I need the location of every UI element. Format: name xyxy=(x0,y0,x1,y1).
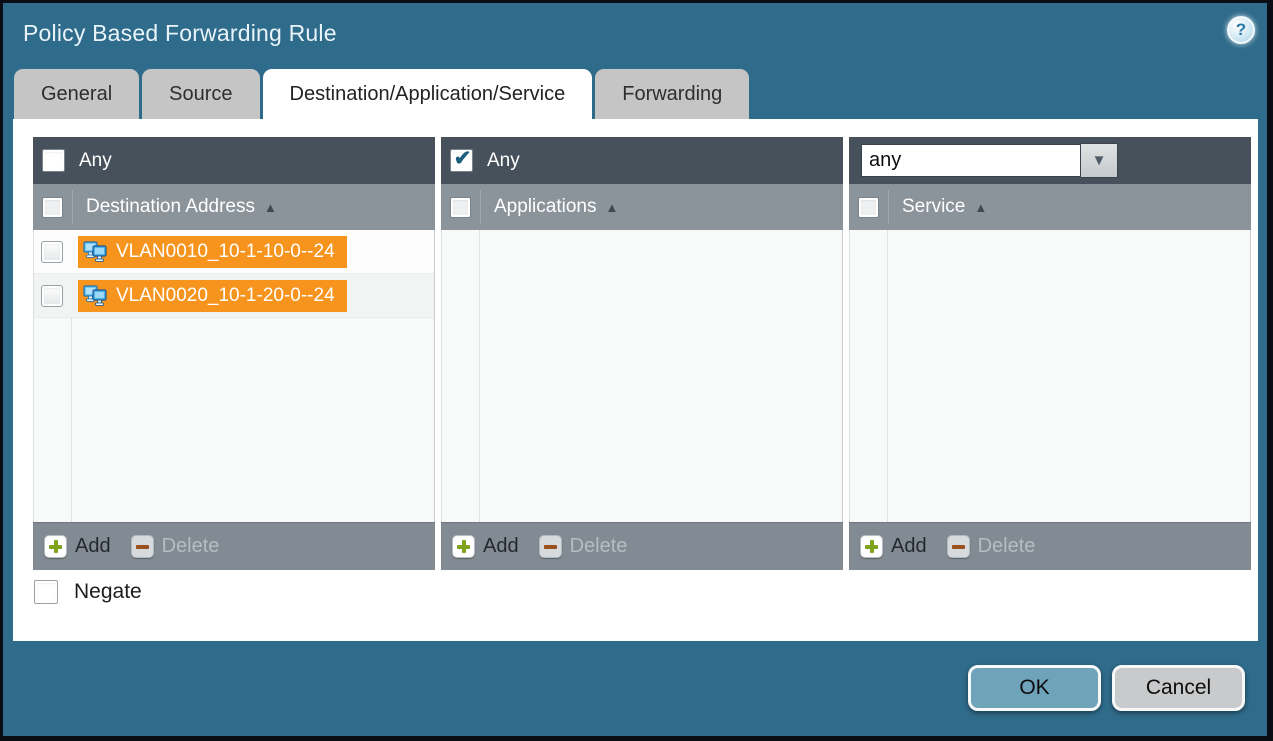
ok-button[interactable]: OK xyxy=(968,665,1101,711)
address-label: VLAN0020_10-1-20-0--24 xyxy=(116,285,335,307)
service-dropdown: any ▼ xyxy=(861,143,1118,178)
list-gutter-line xyxy=(479,230,480,522)
applications-any-bar: Any xyxy=(441,137,843,184)
destination-header[interactable]: Destination Address ▲ xyxy=(33,184,435,230)
destination-column: Any Destination Address ▲ xyxy=(33,137,435,570)
add-label: Add xyxy=(75,535,111,558)
destination-delete-button[interactable]: Delete xyxy=(131,535,220,558)
tab-bar: GeneralSourceDestination/Application/Ser… xyxy=(14,69,749,119)
applications-add-button[interactable]: Add xyxy=(452,535,539,558)
sort-asc-icon[interactable]: ▲ xyxy=(264,200,277,215)
cancel-button[interactable]: Cancel xyxy=(1112,665,1245,711)
address-chip[interactable]: VLAN0020_10-1-20-0--24 xyxy=(78,280,347,312)
row-checkbox[interactable] xyxy=(41,285,63,307)
delete-icon xyxy=(947,535,970,558)
applications-header[interactable]: Applications ▲ xyxy=(441,184,843,230)
add-icon xyxy=(860,535,883,558)
delete-label: Delete xyxy=(162,535,220,558)
applications-any-label: Any xyxy=(487,150,520,172)
sort-asc-icon[interactable]: ▲ xyxy=(974,200,987,215)
destination-list: VLAN0010_10-1-10-0--24 xyxy=(33,230,435,522)
add-icon xyxy=(44,535,67,558)
service-header-label: Service xyxy=(902,196,965,218)
header-divider xyxy=(888,190,889,224)
service-add-button[interactable]: Add xyxy=(860,535,947,558)
network-icon xyxy=(83,241,108,262)
applications-select-all-checkbox[interactable] xyxy=(450,197,471,218)
service-column: any ▼ Service ▲ xyxy=(849,137,1251,570)
delete-icon xyxy=(131,535,154,558)
service-dropdown-bar: any ▼ xyxy=(849,137,1251,184)
header-divider xyxy=(72,190,73,224)
address-label: VLAN0010_10-1-10-0--24 xyxy=(116,241,335,263)
chevron-down-icon: ▼ xyxy=(1092,153,1107,168)
dialog-actions: OK Cancel xyxy=(968,665,1245,711)
header-divider xyxy=(480,190,481,224)
selector-columns: Any Destination Address ▲ xyxy=(33,137,1251,570)
tab[interactable]: Source xyxy=(142,69,259,119)
tab[interactable]: Forwarding xyxy=(595,69,749,119)
list-gutter-line xyxy=(887,230,888,522)
sort-asc-icon[interactable]: ▲ xyxy=(605,200,618,215)
service-dropdown-button[interactable]: ▼ xyxy=(1081,143,1118,178)
destination-add-button[interactable]: Add xyxy=(44,535,131,558)
policy-forwarding-dialog: Policy Based Forwarding Rule ? GeneralSo… xyxy=(0,0,1273,741)
network-icon xyxy=(83,285,108,306)
destination-any-label: Any xyxy=(79,150,112,172)
destination-footer: Add Delete xyxy=(33,522,435,570)
dialog-title: Policy Based Forwarding Rule xyxy=(23,20,337,47)
applications-delete-button[interactable]: Delete xyxy=(539,535,628,558)
tab[interactable]: General xyxy=(14,69,139,119)
help-icon[interactable]: ? xyxy=(1227,16,1255,44)
destination-any-bar: Any xyxy=(33,137,435,184)
add-icon xyxy=(452,535,475,558)
delete-label: Delete xyxy=(978,535,1036,558)
destination-row[interactable]: VLAN0020_10-1-20-0--24 xyxy=(34,274,434,318)
applications-any-checkbox[interactable] xyxy=(450,149,473,172)
add-label: Add xyxy=(891,535,927,558)
service-header[interactable]: Service ▲ xyxy=(849,184,1251,230)
applications-footer: Add Delete xyxy=(441,522,843,570)
negate-checkbox[interactable] xyxy=(34,580,58,604)
row-checkbox[interactable] xyxy=(41,241,63,263)
applications-list xyxy=(441,230,843,522)
delete-label: Delete xyxy=(570,535,628,558)
service-dropdown-input[interactable]: any xyxy=(861,144,1081,177)
applications-column: Any Applications ▲ Add xyxy=(441,137,843,570)
content-panel: Any Destination Address ▲ xyxy=(13,119,1258,641)
service-list xyxy=(849,230,1251,522)
add-label: Add xyxy=(483,535,519,558)
service-select-all-checkbox[interactable] xyxy=(858,197,879,218)
address-chip[interactable]: VLAN0010_10-1-10-0--24 xyxy=(78,236,347,268)
destination-row[interactable]: VLAN0010_10-1-10-0--24 xyxy=(34,230,434,274)
service-footer: Add Delete xyxy=(849,522,1251,570)
destination-select-all-checkbox[interactable] xyxy=(42,197,63,218)
tab[interactable]: Destination/Application/Service xyxy=(263,69,593,119)
destination-header-label: Destination Address xyxy=(86,196,255,218)
service-delete-button[interactable]: Delete xyxy=(947,535,1036,558)
negate-label: Negate xyxy=(74,580,142,604)
destination-any-checkbox[interactable] xyxy=(42,149,65,172)
applications-header-label: Applications xyxy=(494,196,596,218)
delete-icon xyxy=(539,535,562,558)
negate-row: Negate xyxy=(34,580,142,604)
